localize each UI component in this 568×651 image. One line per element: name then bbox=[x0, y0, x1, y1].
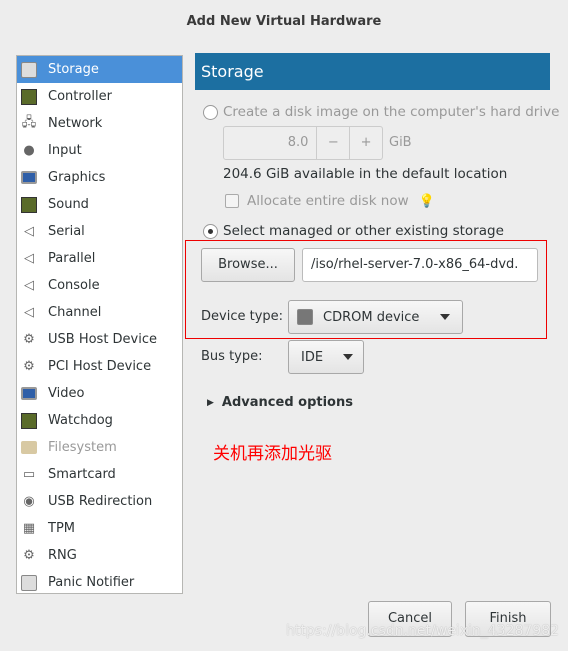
sidebar-item-controller[interactable]: Controller bbox=[17, 83, 182, 110]
storage-path-input[interactable]: /iso/rhel-server-7.0-x86_64-dvd. bbox=[302, 248, 538, 282]
browse-button[interactable]: Browse... bbox=[201, 248, 295, 282]
sidebar-item-rng[interactable]: ⚙ RNG bbox=[17, 542, 182, 569]
create-disk-radio[interactable] bbox=[203, 104, 218, 120]
hardware-type-list[interactable]: Storage Controller 🖧 Network ● Input Graphics S… bbox=[16, 55, 183, 594]
allocate-option[interactable]: Allocate entire disk now 💡 bbox=[225, 193, 435, 209]
sidebar-item-label: Graphics bbox=[48, 170, 106, 185]
device-type-dropdown[interactable]: CDROM device bbox=[288, 300, 463, 334]
folder-icon bbox=[21, 441, 37, 454]
sidebar-item-label: RNG bbox=[48, 548, 77, 563]
card-icon bbox=[21, 88, 37, 105]
disk-icon bbox=[21, 61, 37, 78]
size-spinner[interactable]: 8.0 − + bbox=[223, 126, 383, 160]
sidebar-item-serial[interactable]: ◁ Serial bbox=[17, 218, 182, 245]
dialog-title: Add New Virtual Hardware bbox=[186, 14, 382, 29]
sidebar-item-label: Input bbox=[48, 143, 82, 158]
sidebar-item-console[interactable]: ◁ Console bbox=[17, 272, 182, 299]
sidebar-item-input[interactable]: ● Input bbox=[17, 137, 182, 164]
sidebar-item-label: Network bbox=[48, 116, 103, 131]
port-icon: ◁ bbox=[24, 251, 34, 266]
size-unit: GiB bbox=[389, 135, 412, 150]
sidebar-item-label: USB Redirection bbox=[48, 494, 153, 509]
port-icon: ◁ bbox=[24, 305, 34, 320]
port-icon: ◁ bbox=[24, 224, 34, 239]
sidebar-item-label: Channel bbox=[48, 305, 102, 320]
chip-icon: ▦ bbox=[22, 521, 36, 536]
card-icon bbox=[21, 196, 37, 213]
sidebar-item-label: Storage bbox=[48, 62, 99, 77]
sidebar-item-panic-notifier[interactable]: Panic Notifier bbox=[17, 569, 182, 596]
allocate-checkbox[interactable] bbox=[225, 194, 239, 208]
device-type-label: Device type: bbox=[201, 309, 284, 324]
sidebar-item-label: PCI Host Device bbox=[48, 359, 152, 374]
gear-icon: ⚙ bbox=[23, 332, 35, 347]
size-input[interactable]: 8.0 bbox=[224, 127, 316, 159]
sidebar-item-label: Watchdog bbox=[48, 413, 113, 428]
sidebar-item-storage[interactable]: Storage bbox=[17, 56, 182, 83]
sidebar-item-watchdog[interactable]: Watchdog bbox=[17, 407, 182, 434]
network-icon: 🖧 bbox=[21, 114, 37, 130]
available-space: 204.6 GiB available in the default locat… bbox=[223, 166, 508, 182]
sidebar-item-label: Sound bbox=[48, 197, 89, 212]
port-icon: ◁ bbox=[24, 278, 34, 293]
sidebar-item-label: Parallel bbox=[48, 251, 96, 266]
gear-icon: ⚙ bbox=[23, 548, 35, 563]
bus-type-dropdown[interactable]: IDE bbox=[288, 340, 364, 374]
sidebar-item-label: Controller bbox=[48, 89, 112, 104]
lightbulb-icon: 💡 bbox=[418, 193, 435, 209]
sidebar-item-label: USB Host Device bbox=[48, 332, 158, 347]
sidebar-item-smartcard[interactable]: ▭ Smartcard bbox=[17, 461, 182, 488]
usb-icon: ◉ bbox=[23, 494, 35, 509]
annotation-text: 关机再添加光驱 bbox=[213, 444, 332, 464]
chevron-down-icon bbox=[343, 354, 353, 360]
section-header: Storage bbox=[195, 53, 550, 90]
sidebar-item-parallel[interactable]: ◁ Parallel bbox=[17, 245, 182, 272]
smartcard-icon: ▭ bbox=[22, 467, 36, 482]
mouse-icon: ● bbox=[23, 143, 35, 158]
size-decrement[interactable]: − bbox=[316, 127, 349, 159]
disk-icon bbox=[21, 574, 37, 591]
sidebar-item-tpm[interactable]: ▦ TPM bbox=[17, 515, 182, 542]
sidebar-item-label: TPM bbox=[48, 521, 75, 536]
monitor-icon bbox=[21, 171, 37, 184]
sidebar-item-pci-host-device[interactable]: ⚙ PCI Host Device bbox=[17, 353, 182, 380]
advanced-options-expander[interactable]: ▶ Advanced options bbox=[207, 395, 353, 410]
sidebar-item-usb-redirection[interactable]: ◉ USB Redirection bbox=[17, 488, 182, 515]
sidebar-item-video[interactable]: Video bbox=[17, 380, 182, 407]
sidebar-item-label: Filesystem bbox=[48, 440, 117, 455]
sidebar-item-label: Smartcard bbox=[48, 467, 116, 482]
sidebar-item-label: Video bbox=[48, 386, 85, 401]
select-existing-radio[interactable] bbox=[203, 223, 218, 239]
sidebar-item-network[interactable]: 🖧 Network bbox=[17, 110, 182, 137]
create-disk-option[interactable]: Create a disk image on the computer's ha… bbox=[203, 104, 559, 120]
card-icon bbox=[21, 412, 37, 429]
sidebar-item-label: Console bbox=[48, 278, 100, 293]
monitor-icon bbox=[21, 387, 37, 400]
sidebar-item-sound[interactable]: Sound bbox=[17, 191, 182, 218]
sidebar-item-label: Serial bbox=[48, 224, 85, 239]
expander-arrow-icon: ▶ bbox=[207, 397, 214, 408]
sidebar-item-label: Panic Notifier bbox=[48, 575, 135, 590]
bus-type-label: Bus type: bbox=[201, 349, 263, 364]
size-increment[interactable]: + bbox=[349, 127, 382, 159]
sidebar-item-channel[interactable]: ◁ Channel bbox=[17, 299, 182, 326]
sidebar-item-filesystem[interactable]: Filesystem bbox=[17, 434, 182, 461]
sidebar-item-usb-host-device[interactable]: ⚙ USB Host Device bbox=[17, 326, 182, 353]
sidebar-item-graphics[interactable]: Graphics bbox=[17, 164, 182, 191]
watermark: https://blog.csdn.net/weixin_43287982 bbox=[286, 623, 560, 639]
gear-icon: ⚙ bbox=[23, 359, 35, 374]
chevron-down-icon bbox=[440, 314, 450, 320]
cdrom-icon bbox=[297, 309, 313, 325]
select-existing-option[interactable]: Select managed or other existing storage bbox=[203, 223, 504, 239]
